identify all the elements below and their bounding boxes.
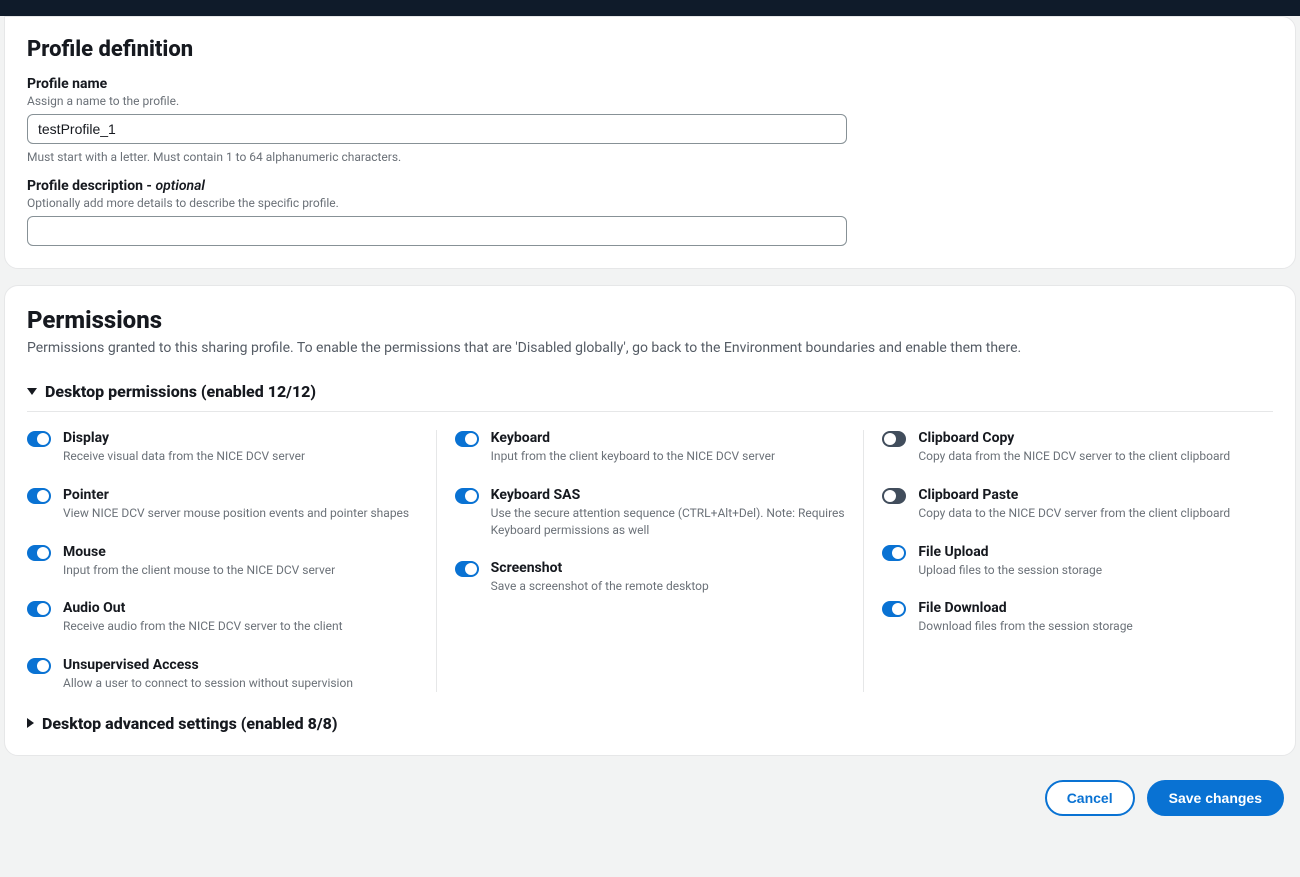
desktop-permissions-header-text: Desktop permissions (enabled 12/12): [45, 382, 316, 401]
permission-item: Pointer View NICE DCV server mouse positi…: [27, 487, 418, 522]
desktop-advanced-header-text: Desktop advanced settings (enabled 8/8): [42, 714, 337, 733]
permission-desc: Copy data to the NICE DCV server from th…: [918, 505, 1273, 522]
permissions-subtitle: Permissions granted to this sharing prof…: [27, 340, 1273, 356]
permission-name: Keyboard SAS: [491, 487, 846, 503]
profile-desc-field: Profile description - optional Optionall…: [27, 178, 1273, 246]
permission-desc: Input from the client keyboard to the NI…: [491, 448, 846, 465]
profile-name-field: Profile name Assign a name to the profil…: [27, 76, 1273, 164]
permission-toggle[interactable]: [27, 601, 51, 617]
permission-text: Audio Out Receive audio from the NICE DCV…: [63, 600, 418, 635]
permission-name: Display: [63, 430, 418, 446]
permission-toggle[interactable]: [882, 431, 906, 447]
permission-item: File Upload Upload files to the session s…: [882, 544, 1273, 579]
permissions-column: Clipboard Copy Copy data from the NICE DC…: [863, 430, 1273, 692]
permission-desc: Copy data from the NICE DCV server to th…: [918, 448, 1273, 465]
permission-name: Clipboard Paste: [918, 487, 1273, 503]
permission-toggle[interactable]: [27, 431, 51, 447]
profile-name-label: Profile name: [27, 76, 1273, 92]
permission-item: Clipboard Paste Copy data to the NICE DCV…: [882, 487, 1273, 522]
permission-text: Mouse Input from the client mouse to the …: [63, 544, 418, 579]
permission-item: Keyboard SAS Use the secure attention seq…: [455, 487, 846, 539]
permission-toggle[interactable]: [882, 545, 906, 561]
profile-name-input[interactable]: [27, 114, 847, 144]
permission-text: Pointer View NICE DCV server mouse positi…: [63, 487, 418, 522]
permission-desc: Receive visual data from the NICE DCV se…: [63, 448, 418, 465]
profile-definition-panel: Profile definition Profile name Assign a…: [4, 16, 1296, 269]
permission-text: File Upload Upload files to the session s…: [918, 544, 1273, 579]
permission-desc: Upload files to the session storage: [918, 562, 1273, 579]
cancel-button[interactable]: Cancel: [1045, 780, 1135, 816]
permission-name: Screenshot: [491, 560, 846, 576]
profile-desc-help: Optionally add more details to describe …: [27, 196, 1273, 210]
permission-desc: Save a screenshot of the remote desktop: [491, 578, 846, 595]
permissions-column: Keyboard Input from the client keyboard t…: [436, 430, 864, 692]
profile-name-help: Assign a name to the profile.: [27, 94, 1273, 108]
permission-name: Keyboard: [491, 430, 846, 446]
permission-item: Clipboard Copy Copy data from the NICE DC…: [882, 430, 1273, 465]
permission-item: Audio Out Receive audio from the NICE DCV…: [27, 600, 418, 635]
profile-desc-input[interactable]: [27, 216, 847, 246]
permission-toggle[interactable]: [882, 601, 906, 617]
caret-right-icon: [27, 718, 34, 728]
permissions-grid: Display Receive visual data from the NICE…: [27, 430, 1273, 692]
permissions-column: Display Receive visual data from the NICE…: [27, 430, 436, 692]
desktop-advanced-header[interactable]: Desktop advanced settings (enabled 8/8): [27, 710, 1273, 733]
permissions-title: Permissions: [27, 306, 1273, 334]
permission-item: Unsupervised Access Allow a user to conne…: [27, 657, 418, 692]
permission-text: Clipboard Paste Copy data to the NICE DCV…: [918, 487, 1273, 522]
profile-desc-label: Profile description - optional: [27, 178, 1273, 194]
permission-desc: View NICE DCV server mouse position even…: [63, 505, 418, 522]
permission-toggle[interactable]: [455, 488, 479, 504]
permission-desc: Input from the client mouse to the NICE …: [63, 562, 418, 579]
permission-toggle[interactable]: [455, 431, 479, 447]
permission-item: Screenshot Save a screenshot of the remot…: [455, 560, 846, 595]
permission-item: Mouse Input from the client mouse to the …: [27, 544, 418, 579]
permission-item: Keyboard Input from the client keyboard t…: [455, 430, 846, 465]
profile-name-hint: Must start with a letter. Must contain 1…: [27, 150, 1273, 164]
permission-desc: Receive audio from the NICE DCV server t…: [63, 618, 418, 635]
permission-name: Pointer: [63, 487, 418, 503]
desktop-permissions-header[interactable]: Desktop permissions (enabled 12/12): [27, 378, 1273, 412]
permission-text: Display Receive visual data from the NICE…: [63, 430, 418, 465]
profile-definition-title: Profile definition: [27, 37, 1273, 62]
permission-text: File Download Download files from the ses…: [918, 600, 1273, 635]
permission-text: Keyboard SAS Use the secure attention seq…: [491, 487, 846, 539]
permission-text: Keyboard Input from the client keyboard t…: [491, 430, 846, 465]
permission-toggle[interactable]: [27, 488, 51, 504]
profile-desc-label-text: Profile description -: [27, 178, 155, 194]
permission-name: File Upload: [918, 544, 1273, 560]
permission-item: Display Receive visual data from the NICE…: [27, 430, 418, 465]
profile-desc-optional: optional: [155, 178, 205, 194]
permission-item: File Download Download files from the ses…: [882, 600, 1273, 635]
permission-text: Screenshot Save a screenshot of the remot…: [491, 560, 846, 595]
permission-name: Audio Out: [63, 600, 418, 616]
permission-toggle[interactable]: [27, 545, 51, 561]
permission-desc: Use the secure attention sequence (CTRL+…: [491, 505, 846, 539]
permission-toggle[interactable]: [27, 658, 51, 674]
permission-text: Clipboard Copy Copy data from the NICE DC…: [918, 430, 1273, 465]
permission-name: Clipboard Copy: [918, 430, 1273, 446]
permission-toggle[interactable]: [882, 488, 906, 504]
permission-text: Unsupervised Access Allow a user to conne…: [63, 657, 418, 692]
permission-desc: Download files from the session storage: [918, 618, 1273, 635]
permission-name: Mouse: [63, 544, 418, 560]
footer: Cancel Save changes: [0, 772, 1300, 832]
permission-name: File Download: [918, 600, 1273, 616]
permission-name: Unsupervised Access: [63, 657, 418, 673]
permissions-panel: Permissions Permissions granted to this …: [4, 285, 1296, 756]
save-button[interactable]: Save changes: [1147, 780, 1284, 816]
permission-toggle[interactable]: [455, 561, 479, 577]
permission-desc: Allow a user to connect to session witho…: [63, 675, 418, 692]
caret-down-icon: [27, 388, 37, 395]
top-bar: [0, 0, 1300, 16]
